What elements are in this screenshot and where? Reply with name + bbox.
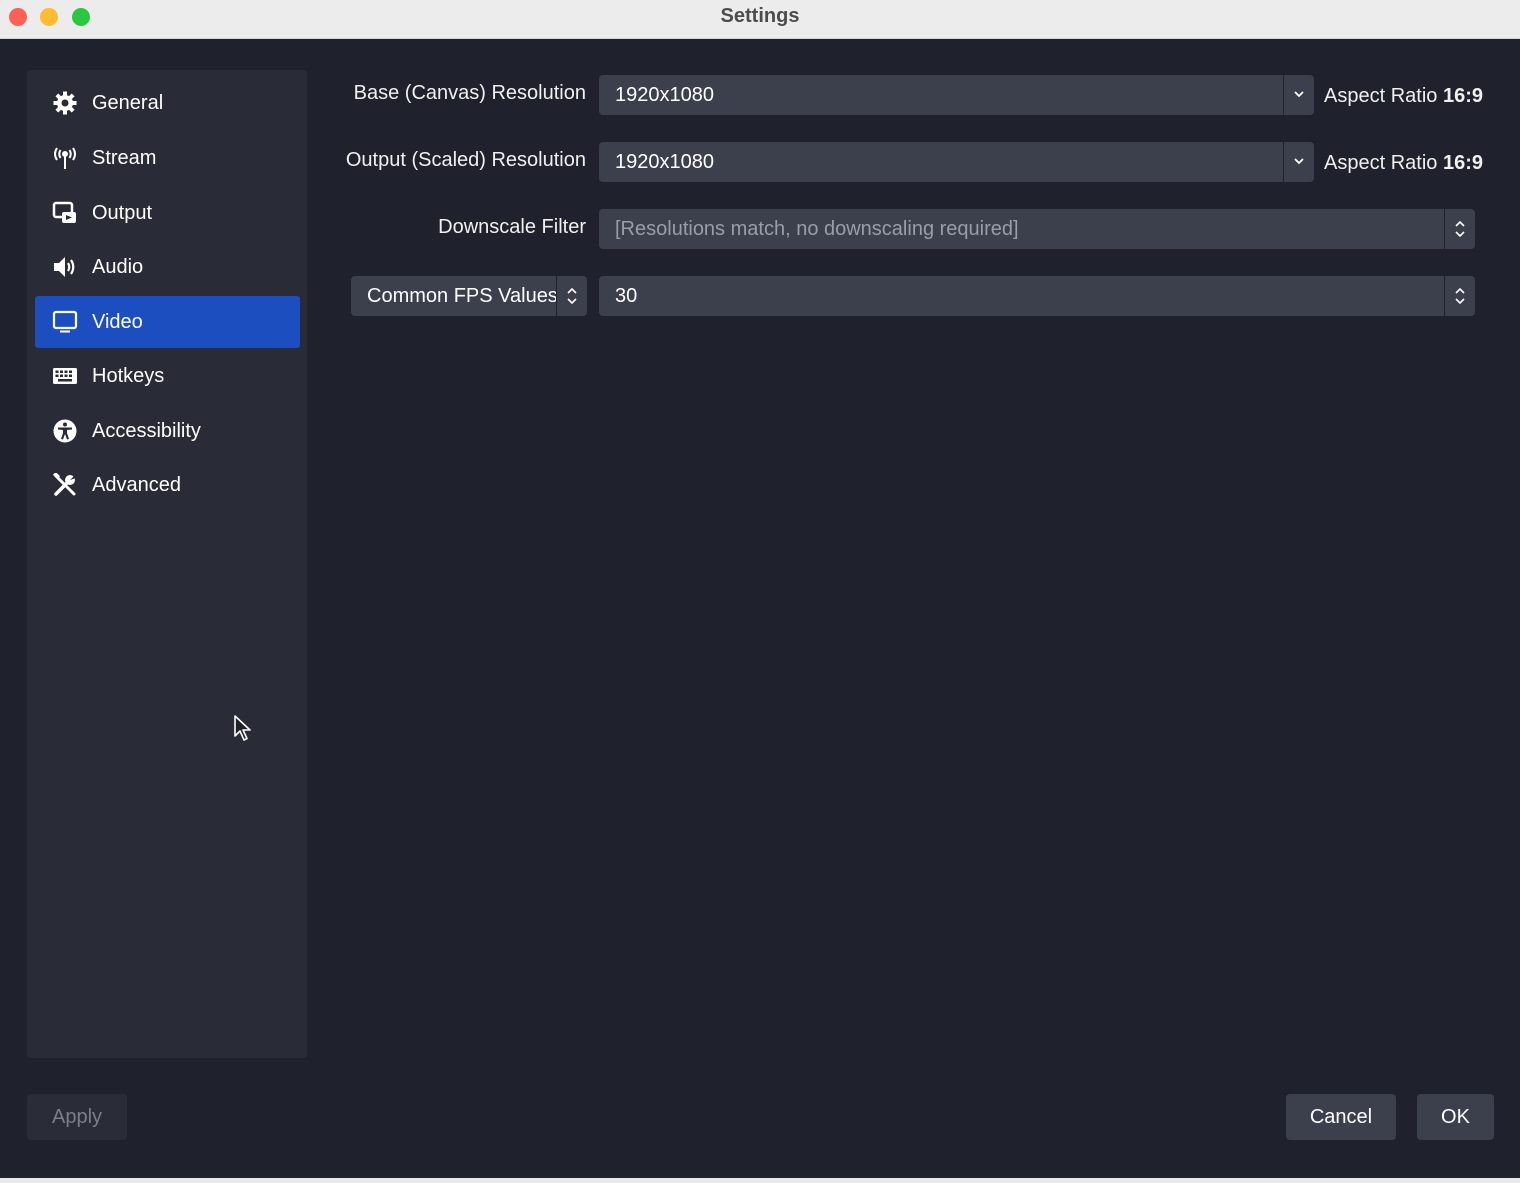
base-aspect-ratio-label: Aspect Ratio (1324, 85, 1438, 107)
base-aspect-ratio-value: 16:9 (1442, 85, 1483, 107)
settings-window: Settings General Stream Output Audio Vid… (0, 0, 1520, 1183)
output-resolution-combo[interactable]: 1920x1080 (599, 142, 1314, 182)
output-icon (52, 201, 76, 223)
sidebar-item-label: Output (92, 202, 153, 224)
fps-value: 30 (615, 285, 638, 307)
base-resolution-dropdown-button[interactable] (1283, 75, 1314, 115)
downscale-filter-value: [Resolutions match, no downscaling requi… (615, 218, 1019, 240)
fps-value-stepper[interactable] (1444, 276, 1475, 316)
base-aspect-ratio: Aspect Ratio 16:9 (1324, 85, 1483, 108)
settings-sidebar: General Stream Output Audio Video Hotkey… (27, 70, 307, 1058)
accessibility-icon (53, 419, 77, 443)
downscale-filter-stepper[interactable] (1444, 209, 1475, 249)
sidebar-item-label: Stream (92, 147, 157, 169)
output-resolution-dropdown-button[interactable] (1283, 142, 1314, 182)
cancel-button[interactable]: Cancel (1286, 1094, 1396, 1140)
sidebar-item-label: Audio (92, 256, 144, 278)
downscale-filter-select[interactable]: [Resolutions match, no downscaling requi… (599, 209, 1475, 249)
output-aspect-ratio: Aspect Ratio 16:9 (1324, 152, 1483, 175)
keyboard-icon (53, 368, 77, 384)
sidebar-item-hotkeys[interactable]: Hotkeys (35, 350, 300, 402)
fps-value-select[interactable]: 30 (599, 276, 1475, 316)
monitor-icon (52, 310, 78, 333)
fps-type-select[interactable]: Common FPS Values (351, 276, 587, 316)
sidebar-item-general[interactable]: General (35, 77, 300, 129)
sidebar-item-advanced[interactable]: Advanced (35, 459, 300, 511)
speaker-icon (54, 257, 75, 277)
output-aspect-ratio-label: Aspect Ratio (1324, 152, 1438, 174)
sidebar-item-audio[interactable]: Audio (35, 241, 300, 293)
output-resolution-value: 1920x1080 (615, 151, 714, 173)
base-resolution-value: 1920x1080 (615, 84, 714, 106)
title-bar: Settings (0, 0, 1520, 39)
sidebar-item-accessibility[interactable]: Accessibility (35, 405, 300, 457)
antenna-icon (54, 147, 76, 169)
gear-icon (53, 91, 77, 115)
ok-button[interactable]: OK (1417, 1094, 1494, 1140)
sidebar-item-label: Video (92, 311, 143, 333)
base-resolution-label: Base (Canvas) Resolution (353, 82, 586, 104)
chevron-down-icon (1294, 91, 1304, 98)
output-resolution-label: Output (Scaled) Resolution (345, 149, 586, 171)
up-down-chevron-icon (567, 287, 577, 305)
apply-button[interactable]: Apply (27, 1094, 127, 1140)
sidebar-item-label: General (92, 92, 164, 114)
base-resolution-combo[interactable]: 1920x1080 (599, 75, 1314, 115)
chevron-down-icon (1294, 158, 1304, 165)
sidebar-item-label: Accessibility (92, 420, 201, 442)
sidebar-item-label: Hotkeys (92, 365, 165, 387)
fps-type-value: Common FPS Values (367, 285, 558, 307)
up-down-chevron-icon (1455, 220, 1465, 238)
sidebar-item-video[interactable]: Video (35, 296, 300, 348)
fps-type-stepper[interactable] (556, 276, 587, 316)
output-aspect-ratio-value: 16:9 (1442, 152, 1483, 174)
sidebar-item-label: Advanced (92, 474, 181, 496)
mouse-cursor-icon (234, 715, 251, 741)
up-down-chevron-icon (1455, 287, 1465, 305)
tools-icon (52, 473, 76, 496)
downscale-filter-label: Downscale Filter (438, 216, 586, 238)
sidebar-item-stream[interactable]: Stream (35, 132, 300, 184)
sidebar-item-output[interactable]: Output (35, 187, 300, 239)
window-title: Settings (720, 5, 800, 27)
